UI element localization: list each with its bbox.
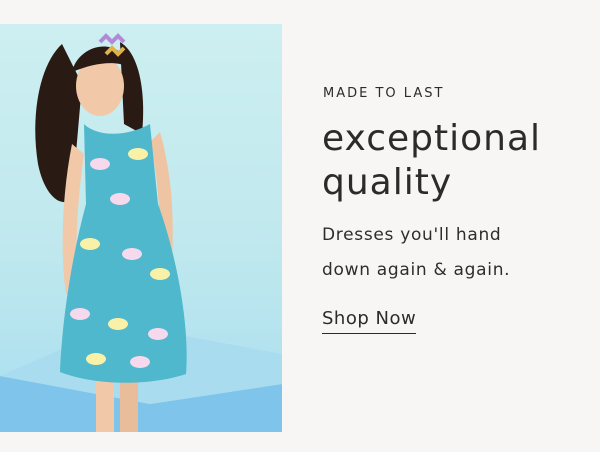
shop-now-link[interactable]: Shop Now <box>322 308 417 334</box>
hair-clip-2 <box>104 45 126 57</box>
promo-banner: MADE TO LAST exceptional quality Dresses… <box>0 0 600 452</box>
girl-in-dress-image <box>0 33 282 432</box>
headline-line-2: quality <box>322 162 453 203</box>
hair-clip <box>98 33 126 45</box>
subtext-line-2: down again & again. <box>322 260 511 280</box>
subtext: Dresses you'll hand down again & again. <box>322 218 582 288</box>
headline: exceptional quality <box>322 117 582 205</box>
promo-copy: MADE TO LAST exceptional quality Dresses… <box>322 86 582 334</box>
headline-line-1: exceptional <box>322 118 542 159</box>
eyebrow-text: MADE TO LAST <box>323 86 445 101</box>
product-photo[interactable] <box>0 24 282 432</box>
subtext-line-1: Dresses you'll hand <box>322 225 502 245</box>
